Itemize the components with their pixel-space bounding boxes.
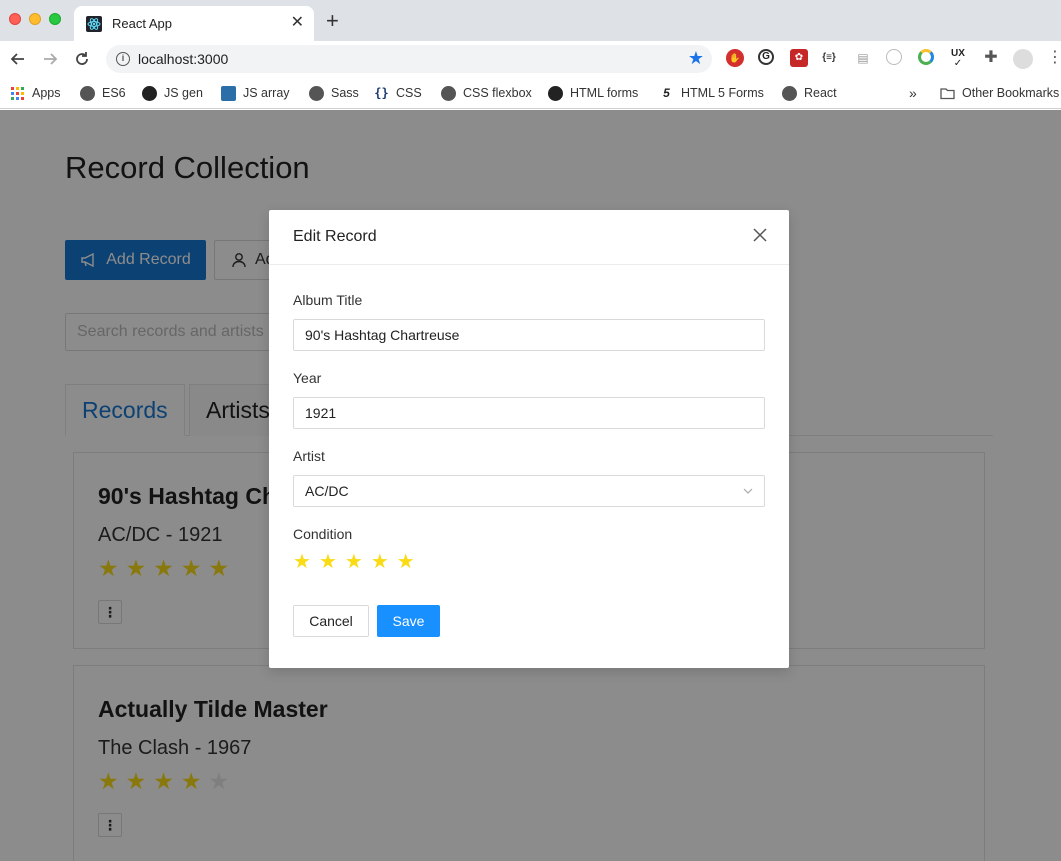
grammarly-icon[interactable]: G [758, 49, 774, 65]
globe-icon [441, 85, 456, 101]
copy-extension-icon[interactable]: ▤ [854, 49, 872, 67]
address-bar[interactable]: i localhost:3000 ★ [106, 45, 712, 73]
artist-select-value: AC/DC [305, 483, 349, 499]
github-icon [548, 85, 563, 101]
edit-record-modal: Edit Record Album Title 90's Hashtag Cha… [269, 210, 789, 668]
braces-icon: {} [374, 85, 389, 100]
bookmark-label: Apps [32, 86, 61, 100]
browser-menu-icon[interactable]: ⋮ [1046, 49, 1061, 67]
bookmark-react[interactable]: React [782, 83, 837, 103]
forward-arrow-icon[interactable] [40, 49, 60, 69]
artist-select[interactable]: AC/DC [293, 475, 765, 507]
bookmark-label: ES6 [102, 86, 126, 100]
chevron-down-icon [743, 488, 753, 494]
bookmark-star-icon[interactable]: ★ [688, 48, 704, 69]
bookmark-label: CSS flexbox [463, 86, 532, 100]
bookmark-js-array[interactable]: JS array [221, 83, 290, 103]
five-icon: 5 [663, 85, 670, 100]
lighthouse-icon[interactable] [918, 49, 934, 65]
adblock-icon[interactable]: ✋ [726, 49, 744, 67]
extensions-puzzle-icon[interactable]: ✚ [982, 49, 1000, 67]
apps-grid-icon [11, 86, 24, 100]
globe-icon [782, 85, 797, 101]
browser-tabstrip: React App ✕ + [0, 0, 1061, 41]
condition-label: Condition [293, 526, 353, 542]
star-icon[interactable]: ★ [319, 551, 337, 573]
timer-extension-icon[interactable] [886, 49, 902, 65]
bookmark-label: HTML forms [570, 86, 639, 100]
bookmark-es6[interactable]: ES6 [80, 83, 126, 103]
save-button[interactable]: Save [377, 605, 440, 637]
globe-icon [309, 85, 324, 101]
album-title-input[interactable]: 90's Hashtag Chartreuse [293, 319, 765, 351]
cancel-button[interactable]: Cancel [293, 605, 369, 637]
bookmark-html-forms[interactable]: HTML forms [548, 83, 638, 103]
back-arrow-icon[interactable] [8, 49, 28, 69]
bookmark-js-gen[interactable]: JS gen [142, 83, 203, 103]
bookmark-html5-forms[interactable]: 5 HTML 5 Forms [659, 83, 764, 103]
reload-icon[interactable] [72, 49, 92, 69]
window-close-button[interactable] [9, 13, 21, 25]
bookmarks-overflow-button[interactable]: » [909, 83, 917, 103]
bookmark-label: CSS [396, 86, 422, 100]
json-viewer-icon[interactable]: {≡} [820, 49, 838, 67]
github-icon [142, 85, 157, 101]
modal-header: Edit Record [269, 210, 789, 265]
profile-avatar-icon[interactable] [1013, 49, 1033, 69]
info-icon[interactable]: i [116, 52, 130, 66]
modal-title: Edit Record [293, 228, 377, 245]
star-icon[interactable]: ★ [371, 551, 389, 573]
bookmark-label: Sass [331, 86, 359, 100]
browser-tab-title: React App [112, 16, 172, 31]
condition-rating[interactable]: ★ ★ ★ ★ ★ [293, 551, 415, 573]
window-minimize-button[interactable] [29, 13, 41, 25]
bookmarks-bar: Apps ES6 JS gen JS array Sass {} CSS CSS… [0, 77, 1061, 109]
folder-icon [940, 87, 955, 99]
browser-toolbar: i localhost:3000 ★ ✋ G ✿ {≡} ▤ UX ✓ ✚ ⋮ [0, 41, 1061, 77]
bookmark-label: React [804, 86, 837, 100]
star-icon[interactable]: ★ [293, 551, 311, 573]
close-tab-icon[interactable]: ✕ [291, 13, 304, 33]
bookmark-css[interactable]: {} CSS [374, 83, 422, 103]
bookmark-label: HTML 5 Forms [681, 86, 764, 100]
bookmark-image-icon [221, 85, 236, 101]
other-bookmarks-label: Other Bookmarks [962, 86, 1060, 100]
star-icon[interactable]: ★ [345, 551, 363, 573]
browser-tab[interactable]: React App ✕ [74, 6, 314, 41]
react-icon [86, 16, 102, 32]
extension-red-icon[interactable]: ✿ [790, 49, 808, 67]
close-icon[interactable] [751, 226, 769, 244]
bookmark-label: JS array [243, 86, 290, 100]
ux-check-icon[interactable]: UX ✓ [949, 49, 967, 69]
new-tab-icon[interactable]: + [326, 10, 339, 32]
bookmark-label: JS gen [164, 86, 203, 100]
window-zoom-button[interactable] [49, 13, 61, 25]
bookmark-sass[interactable]: Sass [309, 83, 359, 103]
address-url: localhost:3000 [138, 51, 229, 67]
bookmark-apps[interactable]: Apps [10, 83, 61, 103]
year-label: Year [293, 370, 322, 386]
bookmark-css-flexbox[interactable]: CSS flexbox [441, 83, 532, 103]
globe-icon [80, 85, 95, 101]
artist-label: Artist [293, 448, 325, 464]
year-input[interactable]: 1921 [293, 397, 765, 429]
album-title-label: Album Title [293, 292, 363, 308]
other-bookmarks[interactable]: Other Bookmarks [940, 83, 1059, 103]
star-icon[interactable]: ★ [397, 551, 415, 573]
